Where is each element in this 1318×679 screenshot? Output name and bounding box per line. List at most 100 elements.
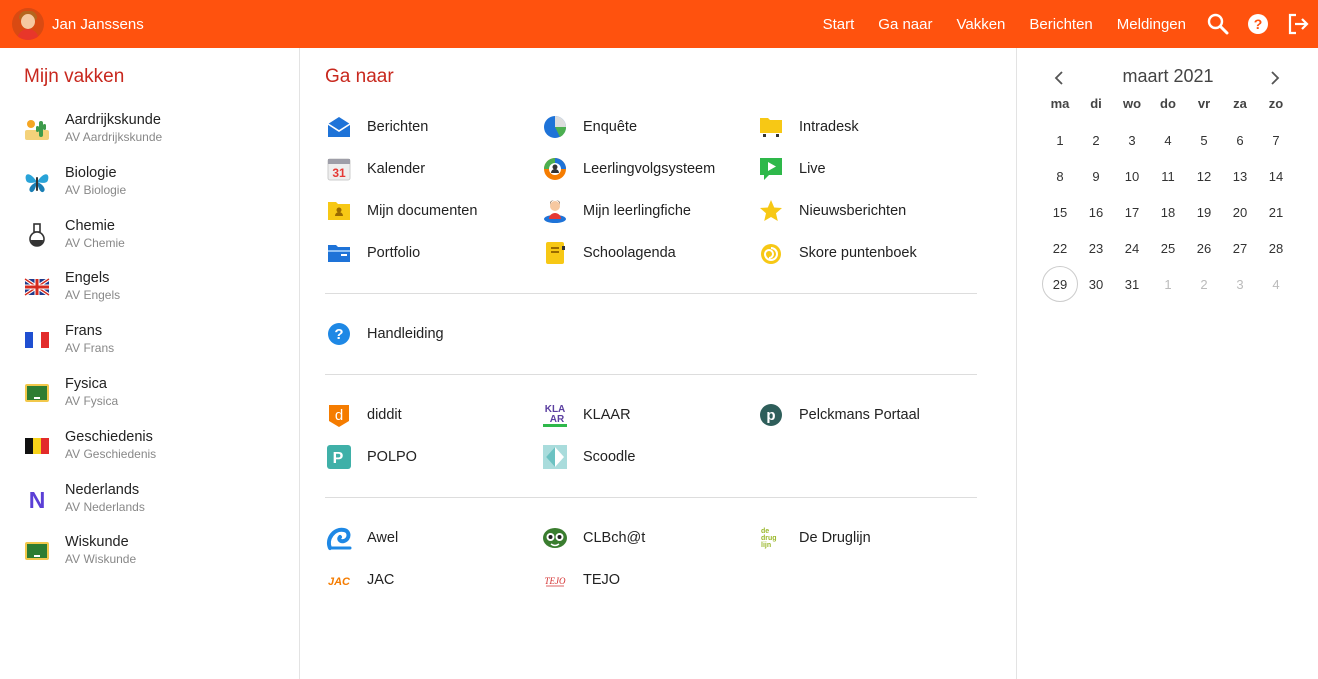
- calendar-day[interactable]: 17: [1114, 194, 1150, 230]
- help-icon[interactable]: ?: [1244, 10, 1272, 38]
- skore-icon: [758, 240, 784, 266]
- nav-ga-naar[interactable]: Ga naar: [878, 16, 932, 33]
- calendar-day[interactable]: 27: [1222, 230, 1258, 266]
- link-nieuwsberichten[interactable]: Nieuwsberichten: [757, 190, 977, 232]
- calendar-day[interactable]: 5: [1186, 122, 1222, 158]
- link-pelckmans-portaal[interactable]: p Pelckmans Portaal: [757, 394, 977, 436]
- calendar-day[interactable]: 7: [1258, 122, 1294, 158]
- portfolio-folder-icon: [326, 240, 352, 266]
- calendar-day[interactable]: 19: [1186, 194, 1222, 230]
- link-polpo[interactable]: P POLPO: [325, 436, 541, 478]
- link-awel[interactable]: Awel: [325, 517, 541, 559]
- course-fysica[interactable]: Fysica AV Fysica: [24, 374, 284, 427]
- calendar-day[interactable]: 4: [1258, 266, 1294, 302]
- day-number: 2: [1200, 276, 1208, 292]
- calendar-day[interactable]: 6: [1222, 122, 1258, 158]
- calendar-day[interactable]: 12: [1186, 158, 1222, 194]
- flask-icon: [24, 222, 50, 248]
- course-biologie[interactable]: Biologie AV Biologie: [24, 163, 284, 216]
- link-jac[interactable]: JAC JAC: [325, 559, 541, 601]
- link-mijn-documenten[interactable]: Mijn documenten: [325, 190, 541, 232]
- calendar-day[interactable]: 1: [1042, 122, 1078, 158]
- nav-meldingen[interactable]: Meldingen: [1117, 16, 1186, 33]
- link-berichten[interactable]: Berichten: [325, 106, 541, 148]
- link-klaar[interactable]: KLA AR KLAAR: [541, 394, 757, 436]
- calendar-day[interactable]: 15: [1042, 194, 1078, 230]
- calendar-day[interactable]: 21: [1258, 194, 1294, 230]
- calendar-day[interactable]: 20: [1222, 194, 1258, 230]
- svg-text:lijn: lijn: [761, 542, 771, 549]
- divider: [325, 293, 977, 294]
- jac-icon: JAC: [326, 567, 352, 593]
- calendar-day[interactable]: 4: [1150, 122, 1186, 158]
- link-diddit[interactable]: d diddit: [325, 394, 541, 436]
- help-circle-icon: ?: [326, 321, 352, 347]
- link-group-support: Awel CLBch@t de drug lijn De Druglijn JAC …: [325, 517, 977, 601]
- link-label: Handleiding: [367, 326, 444, 342]
- calendar-day[interactable]: 3: [1222, 266, 1258, 302]
- calendar-day[interactable]: 31: [1114, 266, 1150, 302]
- french-flag-icon: [24, 327, 50, 353]
- svg-text:drug: drug: [761, 535, 777, 542]
- nav-start[interactable]: Start: [823, 16, 855, 33]
- link-skore-puntenboek[interactable]: Skore puntenboek: [757, 232, 977, 274]
- link-label: De Druglijn: [799, 530, 871, 546]
- link-tejo[interactable]: TEJO TEJO: [541, 559, 757, 601]
- calendar-day[interactable]: 2: [1078, 122, 1114, 158]
- calendar-day[interactable]: 2: [1186, 266, 1222, 302]
- calendar-day[interactable]: 16: [1078, 194, 1114, 230]
- course-list: Aardrijkskunde AV Aardrijkskunde Biologie…: [24, 110, 284, 585]
- calendar-day-today[interactable]: 29: [1042, 266, 1078, 302]
- day-number: 23: [1088, 240, 1104, 256]
- user-menu[interactable]: Jan Janssens: [12, 8, 144, 40]
- nav-vakken[interactable]: Vakken: [956, 16, 1005, 33]
- link-kalender[interactable]: 31 Kalender: [325, 148, 541, 190]
- nav-berichten[interactable]: Berichten: [1029, 16, 1092, 33]
- calendar-day[interactable]: 28: [1258, 230, 1294, 266]
- calendar-day[interactable]: 13: [1222, 158, 1258, 194]
- link-schoolagenda[interactable]: Schoolagenda: [541, 232, 757, 274]
- calendar-day[interactable]: 23: [1078, 230, 1114, 266]
- search-icon[interactable]: [1204, 10, 1232, 38]
- course-engels[interactable]: Engels AV Engels: [24, 268, 284, 321]
- link-scoodle[interactable]: Scoodle: [541, 436, 757, 478]
- calendar-day[interactable]: 30: [1078, 266, 1114, 302]
- link-de-druglijn[interactable]: de drug lijn De Druglijn: [757, 517, 977, 559]
- calendar-day[interactable]: 8: [1042, 158, 1078, 194]
- calendar-day[interactable]: 14: [1258, 158, 1294, 194]
- calendar-day[interactable]: 18: [1150, 194, 1186, 230]
- link-label: Portfolio: [367, 245, 421, 261]
- day-number: 27: [1232, 240, 1248, 256]
- link-enquete[interactable]: Enquête: [541, 106, 757, 148]
- calendar-day[interactable]: 11: [1150, 158, 1186, 194]
- course-name: Engels: [65, 270, 110, 287]
- course-frans[interactable]: Frans AV Frans: [24, 321, 284, 374]
- link-mijn-leerlingfiche[interactable]: Mijn leerlingfiche: [541, 190, 757, 232]
- calendar-day[interactable]: 26: [1186, 230, 1222, 266]
- calendar-day[interactable]: 3: [1114, 122, 1150, 158]
- calendar-day[interactable]: 24: [1114, 230, 1150, 266]
- calendar-day[interactable]: 1: [1150, 266, 1186, 302]
- link-live[interactable]: Live: [757, 148, 977, 190]
- link-portfolio[interactable]: Portfolio: [325, 232, 541, 274]
- link-leerlingvolgsysteem[interactable]: Leerlingvolgsysteem: [541, 148, 757, 190]
- calendar-day[interactable]: 9: [1078, 158, 1114, 194]
- calendar-day[interactable]: 10: [1114, 158, 1150, 194]
- course-geschiedenis[interactable]: Geschiedenis AV Geschiedenis: [24, 427, 284, 480]
- course-sub: AV Fysica: [65, 393, 119, 408]
- day-number: 25: [1160, 240, 1176, 256]
- link-clbchat[interactable]: CLBch@t: [541, 517, 757, 559]
- link-intradesk[interactable]: Intradesk: [757, 106, 977, 148]
- goto-links: Berichten Enquête Intradesk 31 Kalender …: [325, 106, 977, 601]
- calendar-day[interactable]: 25: [1150, 230, 1186, 266]
- course-aardrijkskunde[interactable]: Aardrijkskunde AV Aardrijkskunde: [24, 110, 284, 163]
- day-number: 28: [1268, 240, 1284, 256]
- next-month-chevron-icon[interactable]: [1263, 66, 1287, 90]
- course-chemie[interactable]: Chemie AV Chemie: [24, 216, 284, 269]
- logout-icon[interactable]: [1284, 10, 1312, 38]
- calendar-day[interactable]: 22: [1042, 230, 1078, 266]
- course-nederlands[interactable]: N Nederlands AV Nederlands: [24, 480, 284, 533]
- link-label: Kalender: [367, 161, 426, 177]
- course-wiskunde[interactable]: Wiskunde AV Wiskunde: [24, 532, 284, 585]
- link-handleiding[interactable]: ? Handleiding: [325, 313, 541, 355]
